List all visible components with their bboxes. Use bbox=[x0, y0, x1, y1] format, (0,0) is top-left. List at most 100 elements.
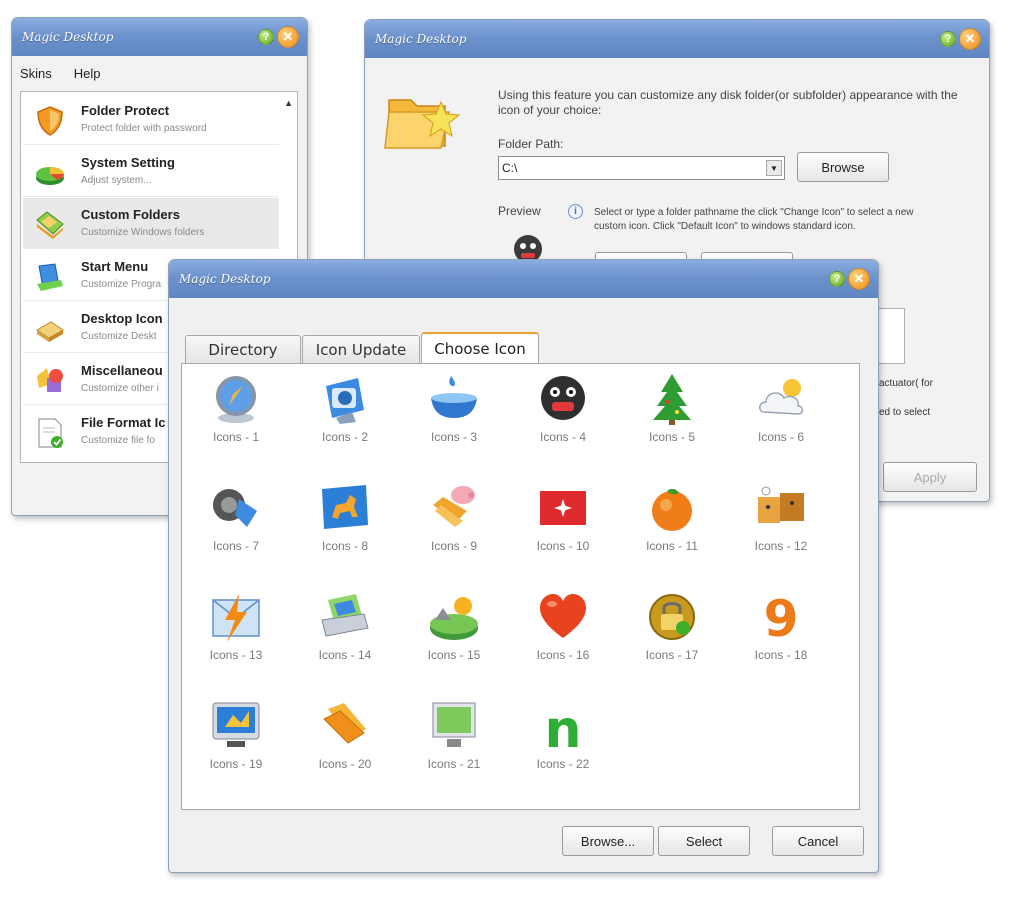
lightning-mail-icon bbox=[212, 594, 260, 642]
item-desc: Protect folder with password bbox=[81, 123, 207, 134]
close-icon[interactable]: ✕ bbox=[848, 268, 870, 290]
item-title: Custom Folders bbox=[81, 207, 180, 222]
icon-cell[interactable]: Icons - 11 bbox=[624, 475, 720, 571]
choose-titlebar[interactable]: Magic Desktop ? ✕ bbox=[169, 260, 878, 298]
icon-cell[interactable]: Icons - 10 bbox=[515, 475, 611, 571]
help-icon[interactable]: ? bbox=[829, 271, 845, 287]
menu-skins[interactable]: Skins bbox=[20, 66, 52, 81]
main-titlebar[interactable]: Magic Desktop ? ✕ bbox=[12, 18, 307, 56]
pie-chart-icon bbox=[36, 167, 64, 185]
menu-bar: Skins Help bbox=[12, 56, 307, 90]
folder-star-icon bbox=[384, 99, 461, 149]
tab-choose-icon[interactable]: Choose Icon bbox=[421, 332, 539, 364]
icon-cell[interactable]: Icons - 3 bbox=[406, 366, 502, 462]
help-icon[interactable]: ? bbox=[940, 31, 956, 47]
item-title: Start Menu bbox=[81, 259, 149, 274]
feature-description: Using this feature you can customize any… bbox=[498, 88, 958, 117]
desktop-icon bbox=[36, 321, 64, 342]
folder-icon bbox=[36, 211, 64, 239]
shield-icon bbox=[37, 106, 63, 136]
icon-cell[interactable]: Icons - 21 bbox=[406, 693, 502, 789]
folder-path-input[interactable]: C:\ ▼ bbox=[498, 156, 785, 180]
icon-cell[interactable]: Icons - 4 bbox=[515, 366, 611, 462]
icon-cell[interactable]: n Icons - 22 bbox=[515, 693, 611, 789]
heart-icon bbox=[540, 594, 586, 638]
select-button[interactable]: Select bbox=[658, 826, 750, 856]
scanner-icon bbox=[321, 594, 369, 637]
icon-caption: Icons - 9 bbox=[430, 539, 478, 553]
orange-fruit-icon bbox=[652, 488, 692, 531]
apply-button[interactable]: Apply bbox=[883, 462, 977, 492]
tab-icon-update[interactable]: Icon Update bbox=[302, 335, 420, 364]
icon-caption: Icons - 6 bbox=[757, 430, 805, 444]
help-icon[interactable]: ? bbox=[258, 29, 274, 45]
item-desc: Customize Windows folders bbox=[81, 227, 205, 238]
icon-caption: Icons - 13 bbox=[209, 648, 263, 662]
icon-cell[interactable]: Icons - 7 bbox=[188, 475, 284, 571]
start-menu-icon bbox=[37, 263, 63, 291]
icon-cell[interactable]: Icons - 14 bbox=[297, 584, 393, 680]
icon-cell[interactable]: Icons - 16 bbox=[515, 584, 611, 680]
preview-hint: Select or type a folder pathname the cli… bbox=[594, 207, 914, 232]
close-icon[interactable]: ✕ bbox=[959, 28, 981, 50]
icon-cell[interactable]: Icons - 20 bbox=[297, 693, 393, 789]
window-title: Magic Desktop bbox=[22, 30, 114, 44]
icon-caption: Icons - 17 bbox=[645, 648, 699, 662]
chevron-down-icon[interactable]: ▼ bbox=[766, 160, 782, 176]
orange-folder-icon bbox=[323, 703, 366, 744]
item-title: Miscellaneou bbox=[81, 363, 163, 378]
tab-directory[interactable]: Directory bbox=[185, 335, 301, 364]
icon-cell[interactable]: Icons - 6 bbox=[733, 366, 829, 462]
icon-cell[interactable]: Icons - 13 bbox=[188, 584, 284, 680]
icon-cell[interactable]: Icons - 1 bbox=[188, 366, 284, 462]
number-nine-icon: 9 bbox=[764, 590, 799, 644]
icon-caption: Icons - 21 bbox=[427, 757, 481, 771]
browse-button[interactable]: Browse bbox=[797, 152, 889, 182]
icon-caption: Icons - 3 bbox=[430, 430, 478, 444]
cancel-button[interactable]: Cancel bbox=[772, 826, 864, 856]
icon-caption: Icons - 19 bbox=[209, 757, 263, 771]
svg-text:9: 9 bbox=[764, 590, 799, 644]
browse-button[interactable]: Browse... bbox=[562, 826, 654, 856]
list-item-system-setting[interactable]: System Setting Adjust system... bbox=[23, 146, 279, 197]
list-item-custom-folders[interactable]: Custom Folders Customize Windows folders bbox=[23, 198, 279, 249]
letter-n-icon: n bbox=[544, 700, 581, 753]
icon-caption: Icons - 14 bbox=[318, 648, 372, 662]
icon-cell[interactable]: Icons - 19 bbox=[188, 693, 284, 789]
folder-path-label: Folder Path: bbox=[498, 137, 564, 151]
speaker-icon bbox=[213, 489, 257, 527]
icon-cell[interactable]: Icons - 12 bbox=[733, 475, 829, 571]
custom-titlebar[interactable]: Magic Desktop ? ✕ bbox=[365, 20, 989, 58]
water-bowl-icon bbox=[431, 376, 477, 418]
icon-caption: Icons - 11 bbox=[646, 539, 698, 553]
item-title: File Format Ic bbox=[81, 415, 166, 430]
icon-cell[interactable]: Icons - 17 bbox=[624, 584, 720, 680]
icon-cell[interactable]: Icons - 15 bbox=[406, 584, 502, 680]
cloud-sun-icon bbox=[759, 379, 804, 415]
list-item-folder-protect[interactable]: Folder Protect Protect folder with passw… bbox=[23, 94, 279, 145]
icon-caption: Icons - 1 bbox=[212, 430, 260, 444]
monitor-icon bbox=[212, 702, 260, 747]
icon-caption: Icons - 2 bbox=[321, 430, 369, 444]
close-icon[interactable]: ✕ bbox=[277, 26, 299, 48]
dog-picture-icon bbox=[322, 485, 368, 529]
icon-caption: Icons - 8 bbox=[321, 539, 369, 553]
camera-icon bbox=[326, 378, 364, 424]
menu-help[interactable]: Help bbox=[74, 66, 101, 81]
compass-icon bbox=[216, 376, 256, 423]
icon-cell[interactable]: 9 Icons - 18 bbox=[733, 584, 829, 680]
icon-caption: Icons - 10 bbox=[536, 539, 590, 553]
item-desc: Customize Progra bbox=[81, 279, 162, 290]
truncated-text-2: ed to select bbox=[879, 407, 931, 418]
icon-cell[interactable]: Icons - 8 bbox=[297, 475, 393, 571]
scroll-up-arrow-icon[interactable]: ▲ bbox=[284, 98, 293, 108]
window-title: Magic Desktop bbox=[179, 272, 271, 286]
icon-grid: Icons - 1 Icons - 2 Icons - 3 Icons - 4 … bbox=[181, 363, 860, 810]
icon-caption: Icons - 16 bbox=[536, 648, 590, 662]
icon-caption: Icons - 22 bbox=[536, 757, 590, 771]
icon-cell[interactable]: Icons - 2 bbox=[297, 366, 393, 462]
icon-caption: Icons - 18 bbox=[754, 648, 808, 662]
icon-cell[interactable]: Icons - 9 bbox=[406, 475, 502, 571]
icon-cell[interactable]: Icons - 5 bbox=[624, 366, 720, 462]
item-desc: Adjust system... bbox=[81, 175, 152, 186]
